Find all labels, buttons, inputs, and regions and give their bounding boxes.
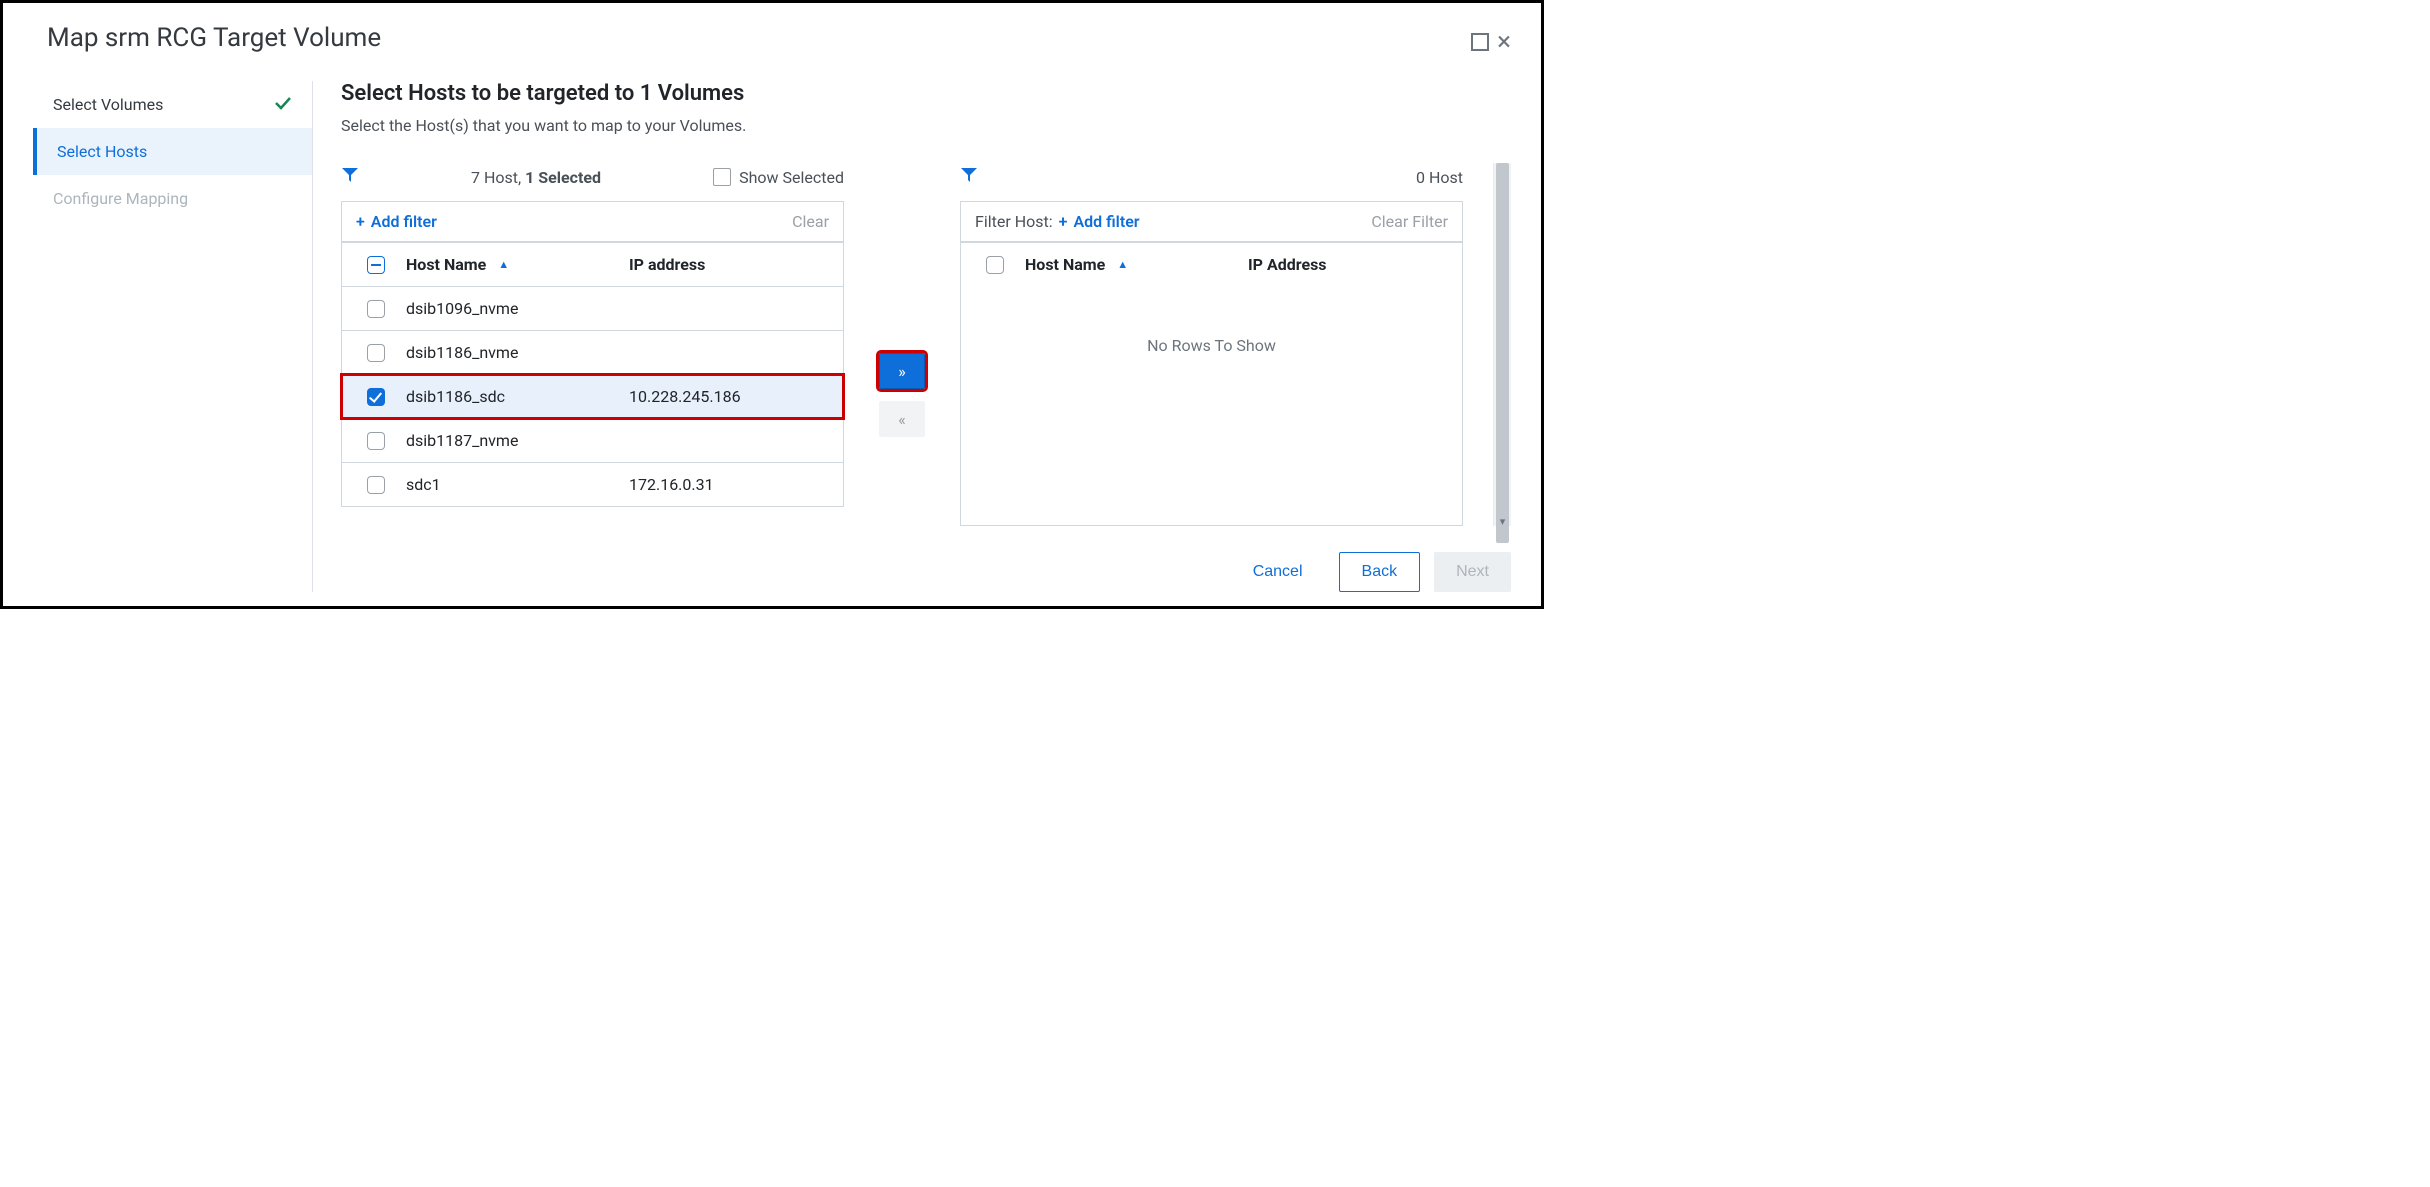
row-checkbox[interactable] — [367, 300, 385, 318]
step-label: Select Volumes — [53, 95, 163, 114]
vertical-scrollbar[interactable]: ▴ ▾ — [1493, 163, 1511, 526]
dialog-title: Map srm RCG Target Volume — [47, 23, 1471, 53]
move-right-button[interactable]: » — [879, 353, 925, 389]
show-selected-label: Show Selected — [739, 168, 844, 187]
col-host-name[interactable]: Host Name▲ — [1015, 255, 1248, 274]
scroll-down-icon[interactable]: ▾ — [1494, 515, 1511, 528]
available-hosts-table: Host Name▲ IP address dsib1096_nvme dsib… — [341, 242, 844, 507]
host-name-cell: sdc1 — [396, 475, 629, 494]
table-row[interactable]: dsib1187_nvme — [342, 418, 843, 462]
row-checkbox[interactable] — [367, 388, 385, 406]
filter-bar: Filter Host: + Add filter Clear Filter — [960, 201, 1463, 242]
table-header: Host Name▲ IP Address — [961, 242, 1462, 286]
add-filter-button[interactable]: + Add filter — [1059, 212, 1140, 231]
available-hosts-panel: 7 Host, 1 Selected Show Selected + Add f… — [341, 163, 844, 526]
select-all-checkbox[interactable] — [986, 256, 1004, 274]
col-ip-address[interactable]: IP Address — [1248, 255, 1448, 274]
host-count: 7 Host, 1 Selected — [371, 168, 701, 187]
step-configure-mapping: Configure Mapping — [33, 175, 312, 222]
next-button: Next — [1434, 552, 1511, 592]
filter-host-label: Filter Host: — [975, 212, 1053, 231]
host-name-cell: dsib1187_nvme — [396, 431, 629, 450]
step-label: Configure Mapping — [53, 189, 188, 208]
sort-asc-icon: ▲ — [1117, 258, 1128, 271]
step-label: Select Hosts — [57, 142, 147, 161]
host-name-cell: dsib1096_nvme — [396, 299, 629, 318]
show-selected-toggle[interactable]: Show Selected — [713, 168, 844, 187]
wizard-steps: Select Volumes Select Hosts Configure Ma… — [33, 81, 313, 592]
window-controls: × — [1471, 33, 1511, 51]
section-heading: Select Hosts to be targeted to 1 Volumes — [341, 81, 1511, 106]
move-left-button[interactable]: « — [879, 401, 925, 437]
map-target-volume-dialog: Map srm RCG Target Volume × Select Volum… — [3, 3, 1541, 606]
table-row[interactable]: sdc1 172.16.0.31 — [342, 462, 843, 506]
host-name-cell: dsib1186_sdc — [396, 387, 629, 406]
ip-cell: 172.16.0.31 — [629, 475, 829, 494]
transfer-controls: » « — [874, 163, 930, 526]
filter-icon[interactable] — [960, 167, 978, 187]
dialog-footer: Cancel Back Next — [341, 536, 1511, 592]
no-rows-message: No Rows To Show — [961, 286, 1462, 405]
step-select-volumes[interactable]: Select Volumes — [33, 81, 312, 128]
col-host-name[interactable]: Host Name▲ — [396, 255, 629, 274]
row-checkbox[interactable] — [367, 344, 385, 362]
step-select-hosts[interactable]: Select Hosts — [33, 128, 312, 175]
add-filter-button[interactable]: + Add filter — [356, 212, 437, 231]
chevron-double-left-icon: « — [898, 410, 906, 429]
clear-filter-button[interactable]: Clear Filter — [1371, 212, 1448, 231]
check-icon — [274, 95, 292, 114]
section-subtitle: Select the Host(s) that you want to map … — [341, 116, 1511, 135]
plus-icon: + — [356, 212, 365, 231]
chevron-double-right-icon: » — [898, 362, 906, 381]
selected-hosts-panel: 0 Host Filter Host: + Add filter Clear F… — [960, 163, 1463, 526]
ip-cell: 10.228.245.186 — [629, 387, 829, 406]
back-button[interactable]: Back — [1339, 552, 1421, 592]
plus-icon: + — [1059, 212, 1068, 231]
clear-filter-button[interactable]: Clear — [792, 212, 829, 231]
host-count: 0 Host — [1416, 168, 1463, 187]
sort-asc-icon: ▲ — [498, 258, 509, 271]
filter-icon[interactable] — [341, 167, 359, 187]
close-icon[interactable]: × — [1497, 33, 1511, 51]
checkbox-icon[interactable] — [713, 168, 731, 186]
maximize-icon[interactable] — [1471, 33, 1489, 51]
table-row[interactable]: dsib1096_nvme — [342, 286, 843, 330]
scrollbar-thumb[interactable] — [1496, 163, 1509, 543]
row-checkbox[interactable] — [367, 432, 385, 450]
table-header: Host Name▲ IP address — [342, 242, 843, 286]
filter-bar: + Add filter Clear — [341, 201, 844, 242]
col-ip-address[interactable]: IP address — [629, 255, 829, 274]
cancel-button[interactable]: Cancel — [1231, 552, 1325, 592]
row-checkbox[interactable] — [367, 476, 385, 494]
host-name-cell: dsib1186_nvme — [396, 343, 629, 362]
table-row[interactable]: dsib1186_sdc 10.228.245.186 — [342, 374, 843, 418]
select-all-checkbox[interactable] — [367, 256, 385, 274]
table-row[interactable]: dsib1186_nvme — [342, 330, 843, 374]
selected-hosts-table: Host Name▲ IP Address No Rows To Show — [960, 242, 1463, 526]
